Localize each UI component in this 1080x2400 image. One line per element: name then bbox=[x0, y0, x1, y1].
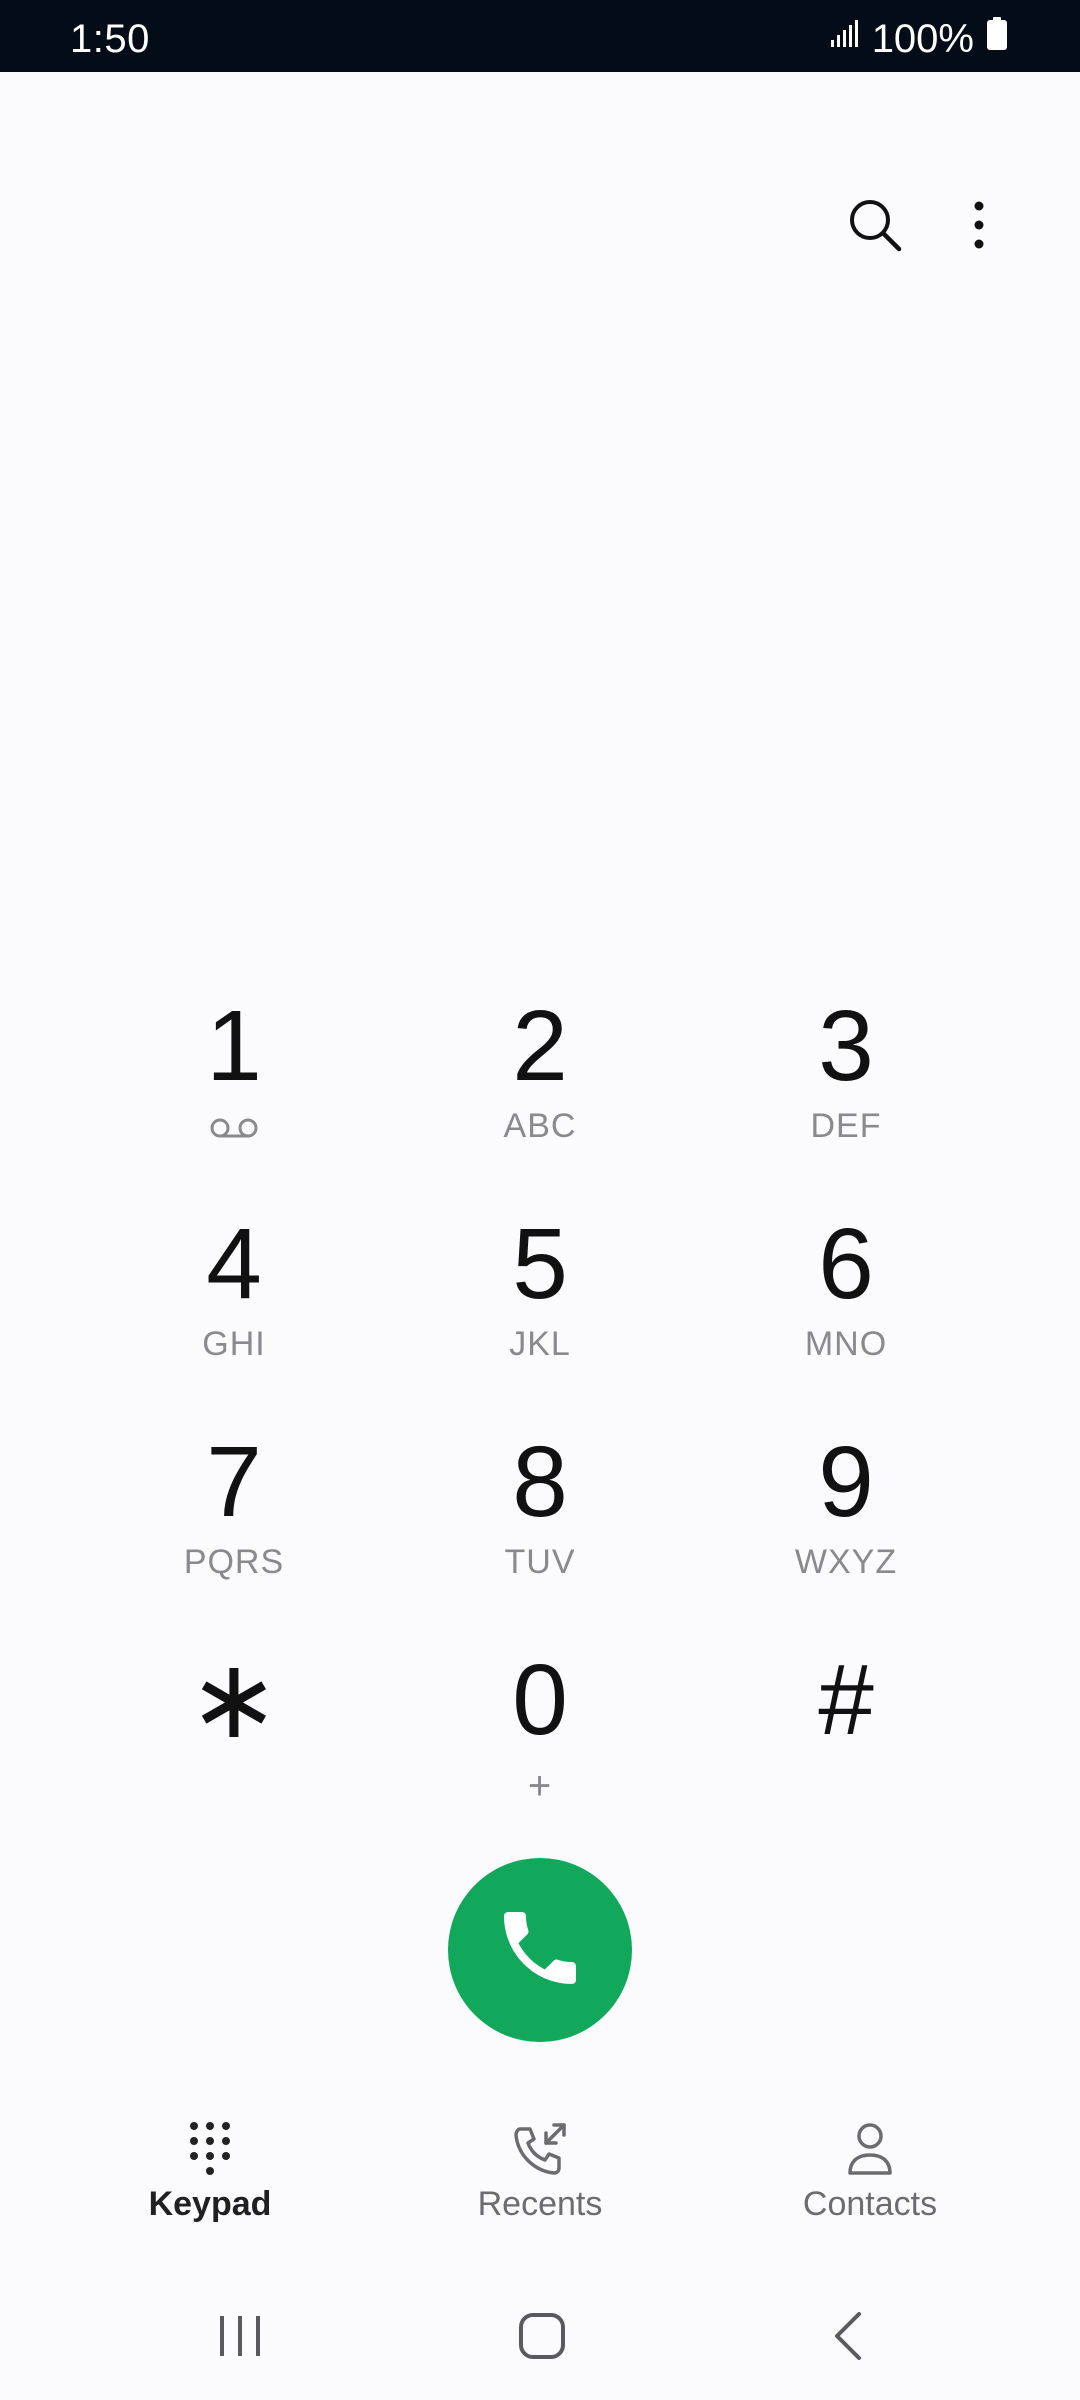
key-letters: MNO bbox=[804, 1325, 888, 1363]
more-options-icon[interactable] bbox=[954, 190, 1004, 260]
key-letters: TUV bbox=[504, 1543, 576, 1581]
key-5[interactable]: 5 JKL bbox=[390, 1178, 690, 1378]
key-1[interactable]: 1 bbox=[84, 960, 384, 1160]
tab-label: Keypad bbox=[148, 2185, 272, 2223]
key-4[interactable]: 4 GHI bbox=[84, 1178, 384, 1378]
key-digit: 6 bbox=[818, 1208, 874, 1320]
key-letters: PQRS bbox=[183, 1543, 285, 1581]
bottom-nav: Keypad Recents Contacts bbox=[0, 2100, 1080, 2240]
key-digit: 2 bbox=[512, 990, 568, 1102]
key-7[interactable]: 7 PQRS bbox=[84, 1396, 384, 1596]
key-digit: 9 bbox=[818, 1426, 874, 1538]
key-letters: WXYZ bbox=[794, 1543, 898, 1581]
keypad-icon bbox=[188, 2118, 232, 2180]
tab-label: Recents bbox=[477, 2185, 603, 2223]
key-digit: 8 bbox=[512, 1426, 568, 1538]
key-2[interactable]: 2 ABC bbox=[390, 960, 690, 1160]
key-letters: ABC bbox=[503, 1107, 577, 1145]
key-letters: + bbox=[527, 1764, 553, 1808]
signal-icon bbox=[830, 19, 860, 53]
status-icons: 100% bbox=[830, 0, 1008, 72]
battery-percent: 100% bbox=[871, 17, 974, 61]
key-digit: 1 bbox=[206, 990, 262, 1102]
recents-icon bbox=[510, 2118, 570, 2180]
search-icon[interactable] bbox=[840, 190, 910, 260]
contacts-icon bbox=[846, 2118, 894, 2180]
key-hash[interactable]: # bbox=[696, 1614, 996, 1814]
key-digit: ∗ bbox=[187, 1638, 281, 1761]
key-digit: 7 bbox=[206, 1426, 262, 1538]
key-digit: 4 bbox=[206, 1208, 262, 1320]
tab-recents[interactable]: Recents bbox=[390, 2100, 690, 2240]
tab-keypad[interactable]: Keypad bbox=[60, 2100, 360, 2240]
status-time: 1:50 bbox=[70, 17, 150, 61]
key-letters: DEF bbox=[810, 1107, 882, 1145]
system-nav bbox=[0, 2286, 1080, 2386]
key-6[interactable]: 6 MNO bbox=[696, 1178, 996, 1378]
key-letters: GHI bbox=[202, 1325, 266, 1363]
back-icon[interactable] bbox=[818, 2306, 878, 2366]
tab-contacts[interactable]: Contacts bbox=[720, 2100, 1020, 2240]
key-letters: JKL bbox=[509, 1325, 571, 1363]
key-8[interactable]: 8 TUV bbox=[390, 1396, 690, 1596]
recent-apps-icon[interactable] bbox=[210, 2306, 270, 2366]
top-actions bbox=[0, 190, 1080, 260]
call-button[interactable] bbox=[448, 1858, 632, 2042]
key-9[interactable]: 9 WXYZ bbox=[696, 1396, 996, 1596]
status-bar: 1:50 100% bbox=[0, 0, 1080, 72]
voicemail-icon bbox=[209, 1108, 259, 1148]
battery-icon bbox=[986, 16, 1008, 56]
key-digit: 3 bbox=[818, 990, 874, 1102]
phone-icon bbox=[492, 1900, 588, 2001]
home-icon[interactable] bbox=[512, 2306, 572, 2366]
key-digit: 0 bbox=[512, 1644, 568, 1756]
key-0[interactable]: 0 + bbox=[390, 1614, 690, 1814]
key-digit: # bbox=[818, 1644, 874, 1756]
key-3[interactable]: 3 DEF bbox=[696, 960, 996, 1160]
key-digit: 5 bbox=[512, 1208, 568, 1320]
key-star[interactable]: ∗ bbox=[84, 1614, 384, 1814]
tab-label: Contacts bbox=[802, 2185, 938, 2223]
